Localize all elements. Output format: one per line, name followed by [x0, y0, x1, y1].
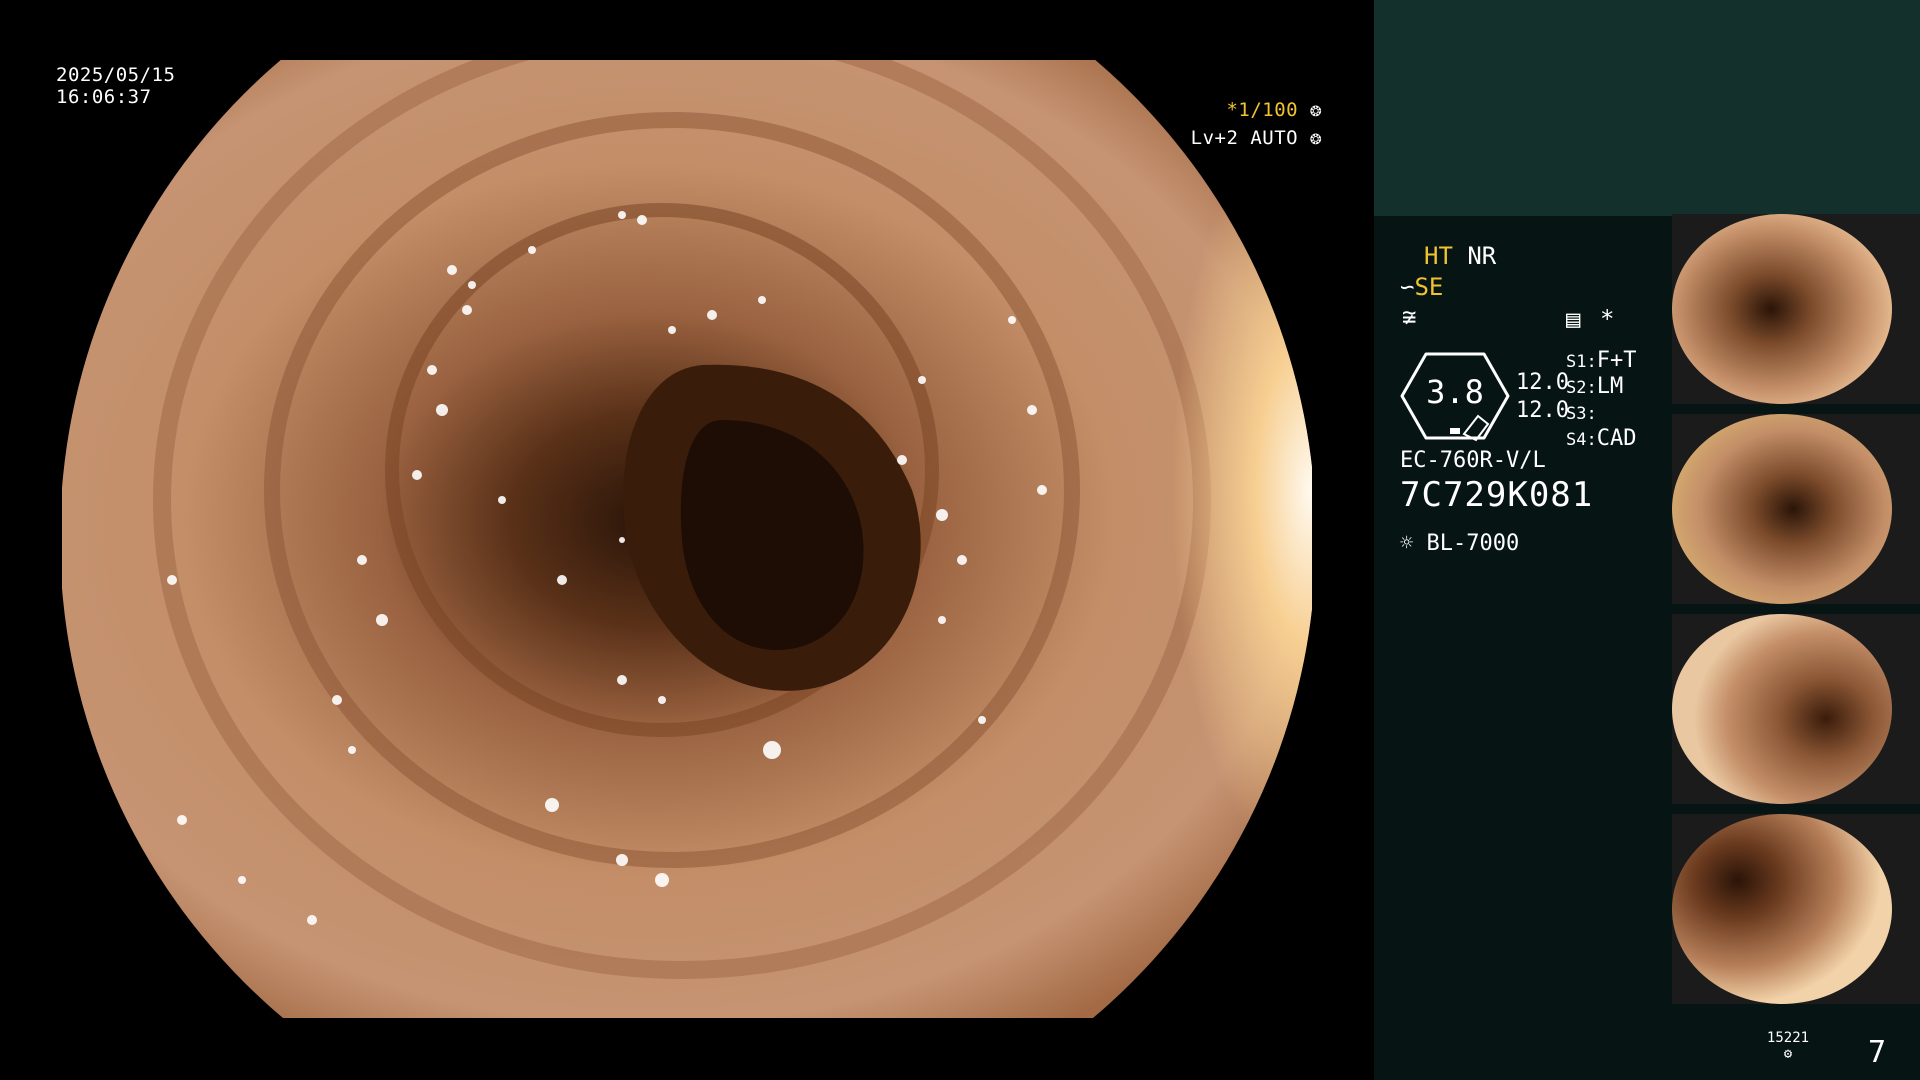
scope-model: EC-760R-V/L: [1400, 448, 1546, 473]
endoscope-view: [62, 60, 1312, 1018]
timestamp: 2025/05/15 16:06:37: [56, 64, 175, 108]
iris-value: Lv+2 AUTO: [1190, 127, 1299, 149]
gauge: 3.8: [1398, 350, 1512, 442]
shutter-readout: *1/100 ❂: [1176, 99, 1322, 121]
record-icon: ▤: [1566, 305, 1581, 333]
shutter-value: *1/100: [1226, 99, 1299, 121]
se-icon: ∽: [1400, 273, 1415, 301]
enhance-icon: ≆: [1402, 303, 1417, 331]
light-source-icon: ☼: [1400, 531, 1414, 556]
switch-list: S1:F+T S2:LM S3: S4:CAD: [1566, 348, 1636, 452]
storage-disk-icon: ⚙: [1783, 1046, 1793, 1062]
nr-label: NR: [1467, 242, 1497, 270]
timestamp-time: 16:06:37: [56, 86, 152, 108]
capture-thumbnail-1[interactable]: [1672, 214, 1920, 404]
gauge-v1: 12.0: [1516, 370, 1569, 395]
capture-thumbnail-4[interactable]: [1672, 814, 1920, 1004]
switch-s2: S2:LM: [1566, 374, 1624, 399]
capture-count: 7: [1868, 1035, 1887, 1070]
storage-indicator: 15221 ⚙: [1766, 1030, 1810, 1062]
capture-thumbnail-3[interactable]: [1672, 614, 1920, 804]
switch-s1: S1:F+T: [1566, 348, 1637, 373]
switch-s4: S4:CAD: [1566, 426, 1637, 451]
light-source-row: ☼ BL-7000: [1400, 531, 1519, 557]
mode-row-1: HT NR: [1424, 242, 1496, 270]
shutter-icon: ❂: [1310, 99, 1322, 121]
gauge-value: 3.8: [1426, 373, 1484, 411]
timestamp-date: 2025/05/15: [56, 64, 176, 86]
capture-thumbnail-2[interactable]: [1672, 414, 1920, 604]
storage-label: 15221: [1766, 1030, 1810, 1046]
iris-readout: Lv+2 AUTO ❂: [1160, 127, 1322, 149]
switch-s3: S3:: [1566, 404, 1597, 424]
light-source: BL-7000: [1426, 531, 1520, 556]
serial-number: 7C729K081: [1400, 475, 1594, 515]
top-info-panel: [1374, 0, 1920, 216]
mode-row-2: ∽SE: [1400, 273, 1443, 301]
iris-icon: ❂: [1310, 127, 1322, 149]
gauge-v2: 12.0: [1516, 398, 1569, 423]
se-label: SE: [1414, 273, 1444, 301]
asterisk-icon: *: [1600, 305, 1615, 333]
ht-label: HT: [1424, 242, 1453, 270]
